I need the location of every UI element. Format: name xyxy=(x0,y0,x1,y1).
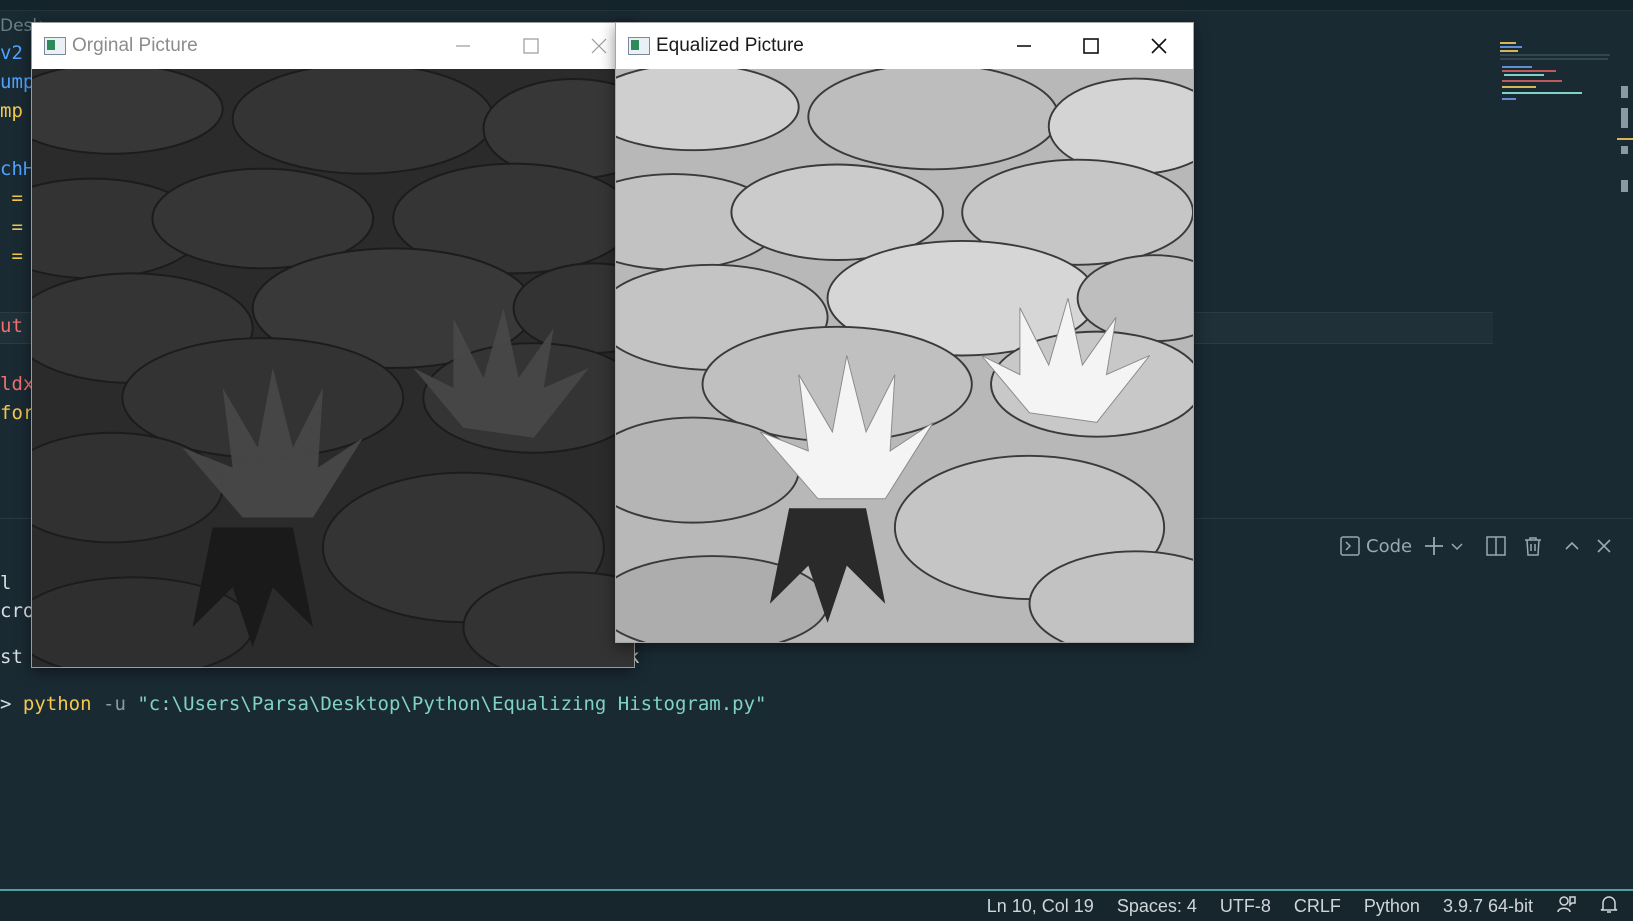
close-panel-button[interactable] xyxy=(1596,532,1612,560)
window-titlebar[interactable]: Equalized Picture xyxy=(616,23,1193,70)
terminal-name: Code xyxy=(1366,535,1413,557)
status-bar: Ln 10, Col 19 Spaces: 4 UTF-8 CRLF Pytho… xyxy=(0,889,1633,921)
app-icon xyxy=(44,37,66,55)
minimap[interactable] xyxy=(1500,42,1615,112)
close-window-button[interactable] xyxy=(1125,23,1193,69)
close-icon xyxy=(591,38,607,54)
code-line: v2 xyxy=(0,42,23,64)
code-line: = xyxy=(0,245,23,267)
terminal-dropdown-button[interactable] xyxy=(1450,532,1464,560)
chevron-down-icon xyxy=(1451,543,1463,551)
cursor-position[interactable]: Ln 10, Col 19 xyxy=(987,896,1094,917)
chevron-up-icon xyxy=(1565,541,1579,550)
maximize-panel-button[interactable] xyxy=(1564,532,1580,560)
window-title: Equalized Picture xyxy=(656,35,804,56)
command-name: python xyxy=(22,693,92,715)
maximize-button[interactable] xyxy=(497,23,565,69)
minimize-button[interactable] xyxy=(429,23,497,69)
terminal-command-line[interactable]: > python -u "c:\Users\Parsa\Desktop\Pyth… xyxy=(0,693,767,715)
terminal-icon xyxy=(1340,536,1360,556)
language-mode[interactable]: Python xyxy=(1364,896,1420,917)
split-icon xyxy=(1486,536,1506,556)
editor-tab-bar xyxy=(0,0,1633,11)
terminal-line: l xyxy=(0,572,12,594)
original-picture-window[interactable]: Orginal Picture xyxy=(31,22,635,668)
close-icon xyxy=(1151,38,1167,54)
code-line: for xyxy=(0,402,35,424)
terminal-selector[interactable]: Code xyxy=(1340,532,1412,560)
close-icon xyxy=(1597,539,1611,553)
code-line: = xyxy=(0,187,23,209)
panel-toolbar: Code xyxy=(1340,532,1612,560)
feedback-icon xyxy=(1557,895,1576,912)
equalized-image xyxy=(616,69,1193,642)
split-terminal-button[interactable] xyxy=(1486,532,1506,560)
minimize-icon xyxy=(1017,45,1031,47)
code-line: ut xyxy=(0,315,23,337)
bell-icon xyxy=(1600,895,1618,913)
code-line: mp xyxy=(0,100,23,122)
window-title: Orginal Picture xyxy=(72,35,198,56)
feedback-button[interactable] xyxy=(1556,894,1576,919)
app-icon xyxy=(628,37,650,55)
code-line: ump xyxy=(0,71,35,93)
code-line: chH xyxy=(0,158,35,180)
maximize-icon xyxy=(1083,38,1099,54)
editor-scrollbar[interactable] xyxy=(1617,0,1633,520)
trash-icon xyxy=(1525,537,1542,556)
new-terminal-button[interactable] xyxy=(1424,532,1444,560)
maximize-button[interactable] xyxy=(1057,23,1125,69)
maximize-icon xyxy=(523,38,539,54)
command-argument: "c:\Users\Parsa\Desktop\Python\Equalizin… xyxy=(137,693,767,715)
minimize-icon xyxy=(456,45,470,47)
terminal-prompt: > xyxy=(0,693,12,715)
original-image xyxy=(32,69,634,667)
encoding[interactable]: UTF-8 xyxy=(1220,896,1271,917)
equalized-picture-window[interactable]: Equalized Picture xyxy=(615,22,1194,643)
code-line: ldx xyxy=(0,373,35,395)
code-line: = xyxy=(0,216,23,238)
indentation[interactable]: Spaces: 4 xyxy=(1117,896,1197,917)
command-flag: -u xyxy=(103,693,126,715)
kill-terminal-button[interactable] xyxy=(1524,532,1542,560)
window-titlebar[interactable]: Orginal Picture xyxy=(32,23,634,70)
python-interpreter[interactable]: 3.9.7 64-bit xyxy=(1443,896,1533,917)
line-ending[interactable]: CRLF xyxy=(1294,896,1341,917)
plus-icon xyxy=(1425,537,1444,555)
minimize-button[interactable] xyxy=(990,23,1058,69)
notifications-button[interactable] xyxy=(1599,894,1619,919)
